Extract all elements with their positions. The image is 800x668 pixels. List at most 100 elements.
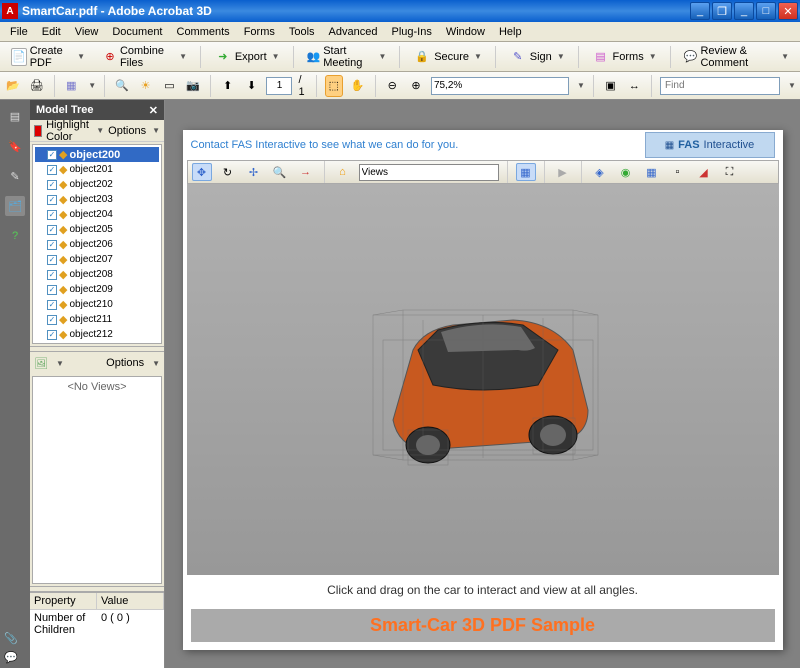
default-view-icon[interactable]: ⌂ [333,163,353,181]
views-drop-icon[interactable]: ▼ [56,359,64,368]
minimize-button[interactable]: _ [690,2,710,20]
tree-item[interactable]: ✓◆ object210 [35,297,159,312]
fas-contact-link[interactable]: Contact FAS Interactive to see what we c… [191,139,459,151]
menu-file[interactable]: File [4,24,34,40]
checkbox-icon[interactable]: ✓ [47,270,57,280]
pan-tool-icon[interactable]: ✢ [244,163,264,181]
highlight-color-swatch[interactable] [34,125,42,137]
maximize-button[interactable]: □ [756,2,776,20]
menu-tools[interactable]: Tools [283,24,321,40]
sun-icon[interactable]: ☀ [137,75,155,97]
checkbox-icon[interactable]: ✓ [47,300,57,310]
checkbox-icon[interactable]: ✓ [47,210,57,220]
car-model[interactable] [343,270,623,490]
zoom-tool-icon[interactable]: 🔍 [270,163,290,181]
open-icon[interactable]: 📂 [4,75,22,97]
zoom-in-icon[interactable]: ⊕ [407,75,425,97]
zoom-select[interactable] [431,77,569,95]
tree-item[interactable]: ✓◆ object202 [35,177,159,192]
close-button[interactable]: ✕ [778,2,798,20]
tree-item[interactable]: ✓◆ object206 [35,237,159,252]
combine-button[interactable]: ⊕Combine Files▼ [96,42,194,72]
checkbox-icon[interactable]: ✓ [47,240,57,250]
menu-plugins[interactable]: Plug-Ins [385,24,437,40]
meeting-button[interactable]: 👥Start Meeting▼ [299,42,393,72]
rotate-tool-icon[interactable]: ✥ [192,163,212,181]
checkbox-icon[interactable]: ✓ [47,180,57,190]
zoom-drop-icon[interactable]: ▼ [577,81,585,90]
menu-help[interactable]: Help [493,24,528,40]
views-options-label[interactable]: Options [106,357,144,369]
checkbox-icon[interactable]: ✓ [47,285,57,295]
sign-panel-icon[interactable]: ✎ [5,166,25,186]
page-number-input[interactable] [266,77,292,95]
hand-tool-icon[interactable]: ✋ [349,75,367,97]
render-mode-icon[interactable]: ◈ [590,163,610,181]
model-tree-panel-icon[interactable]: 🗂 [5,196,25,216]
cross-section-icon[interactable]: ▫ [668,163,688,181]
tree-item[interactable]: ✓◆ object204 [35,207,159,222]
checkbox-icon[interactable]: ✓ [47,195,57,205]
fullscreen-icon[interactable]: ⛶ [720,163,740,181]
tree-item[interactable]: ✓◆ object203 [35,192,159,207]
tree-item[interactable]: ✓◆ object212 [35,327,159,342]
menu-document[interactable]: Document [106,24,168,40]
menu-comments[interactable]: Comments [171,24,236,40]
tree-item[interactable]: ✓◆ object208 [35,267,159,282]
tree-item[interactable]: ✓◆ object201 [35,162,159,177]
checkbox-icon[interactable]: ✓ [47,225,57,235]
checkbox-icon[interactable]: ✓ [47,150,57,160]
walk-tool-icon[interactable]: → [296,163,316,181]
tree-item[interactable]: ✓◆ object213 [35,342,159,344]
restore-button[interactable]: ❐ [712,2,732,20]
menu-view[interactable]: View [69,24,105,40]
help-panel-icon[interactable]: ? [5,226,25,246]
fit-width-icon[interactable]: ↔ [625,75,643,97]
camera-icon[interactable]: 📷 [184,75,202,97]
3d-icon[interactable]: ▭ [161,75,179,97]
views-combo[interactable] [359,164,499,181]
checkbox-icon[interactable]: ✓ [47,330,57,340]
minimize2-button[interactable]: _ [734,2,754,20]
secure-button[interactable]: 🔒Secure▼ [406,45,489,69]
sign-button[interactable]: ✎Sign▼ [502,45,572,69]
search-icon[interactable]: 🔍 [113,75,131,97]
options-label[interactable]: Options [108,125,146,137]
document-area[interactable]: Contact FAS Interactive to see what we c… [165,100,800,668]
model-tree-toggle-icon[interactable]: ▦ [516,163,536,181]
forms-button[interactable]: ▤Forms▼ [585,45,664,69]
tree-item[interactable]: ✓◆ object200 [35,147,159,162]
comments-icon[interactable]: 💬 [4,651,18,664]
panel-close-icon[interactable]: ✕ [149,104,158,117]
views-toolbar-icon[interactable]: 🖼 [34,357,48,370]
bookmarks-panel-icon[interactable]: 🔖 [5,136,25,156]
measure-icon[interactable]: ◢ [694,163,714,181]
export-button[interactable]: ➜Export▼ [207,45,287,69]
review-button[interactable]: 💬Review & Comment▼ [676,42,796,72]
tree-item[interactable]: ✓◆ object211 [35,312,159,327]
zoom-out-icon[interactable]: ⊖ [383,75,401,97]
menu-edit[interactable]: Edit [36,24,67,40]
print-icon[interactable]: 🖨 [28,75,46,97]
object-tree[interactable]: ✓◆ object200✓◆ object201✓◆ object202✓◆ o… [32,144,162,344]
background-icon[interactable]: ▦ [642,163,662,181]
prev-page-icon[interactable]: ⬆ [219,75,237,97]
dropdown-icon[interactable]: ▼ [88,81,96,90]
highlight-label[interactable]: Highlight Color [46,119,90,143]
create-pdf-button[interactable]: 📄Create PDF▼ [4,42,92,72]
page-icon[interactable]: ▦ [62,75,80,97]
next-page-icon[interactable]: ⬇ [243,75,261,97]
3d-viewport[interactable] [187,184,779,575]
tree-item[interactable]: ✓◆ object205 [35,222,159,237]
find-input[interactable] [660,77,780,95]
lighting-icon[interactable]: ◉ [616,163,636,181]
pages-panel-icon[interactable]: ▤ [5,106,25,126]
find-drop-icon[interactable]: ▼ [788,81,796,90]
spin-tool-icon[interactable]: ↻ [218,163,238,181]
menu-window[interactable]: Window [440,24,491,40]
select-tool-icon[interactable]: ⬚ [325,75,343,97]
checkbox-icon[interactable]: ✓ [47,165,57,175]
menu-forms[interactable]: Forms [238,24,281,40]
fit-page-icon[interactable]: ▣ [602,75,620,97]
checkbox-icon[interactable]: ✓ [47,315,57,325]
